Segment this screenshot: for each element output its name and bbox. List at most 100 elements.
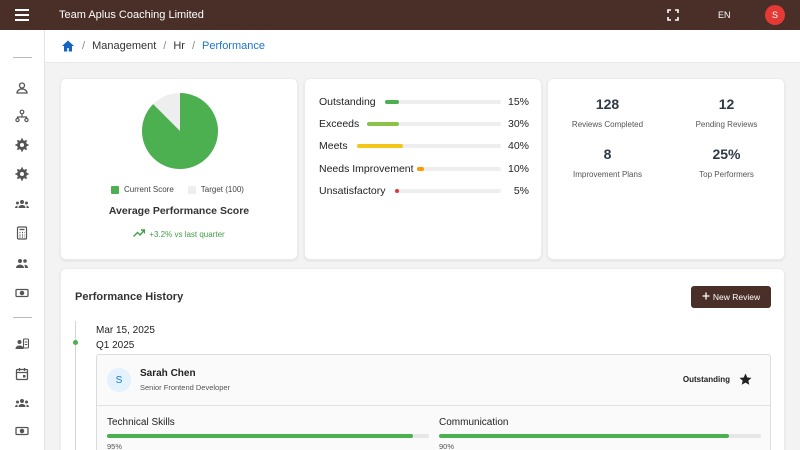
skill-communication: Communication 90%: [439, 417, 761, 450]
distribution-label: Outstanding: [319, 96, 376, 108]
stat-label: Improvement Plans: [573, 170, 642, 179]
employee-role: Senior Frontend Developer: [140, 383, 231, 392]
review-stats-card: 128 Reviews Completed 12 Pending Reviews…: [547, 78, 785, 260]
history-title: Performance History: [75, 291, 184, 303]
review-entry[interactable]: S Sarah Chen Senior Frontend Developer O…: [96, 354, 771, 450]
fullscreen-icon[interactable]: [666, 8, 680, 22]
stat-value: 8: [603, 146, 612, 162]
distribution-bar-fill: [417, 167, 424, 171]
trend-text: +3.2% vs last quarter: [149, 229, 225, 239]
stat-value: 12: [718, 96, 735, 112]
distribution-label: Unsatisfactory: [319, 185, 386, 197]
distribution-bar-fill: [385, 100, 399, 104]
employee-avatar: S: [107, 368, 131, 392]
distribution-row: Unsatisfactory 5%: [319, 184, 529, 198]
add-icon: [702, 292, 710, 302]
payments-icon[interactable]: [15, 286, 29, 300]
legend-swatch-target: [187, 185, 196, 194]
performance-history-card: Performance History New Review Mar 15, 2…: [60, 268, 785, 450]
review-period: Q1 2025: [96, 340, 135, 351]
distribution-bar-track: [395, 189, 501, 193]
stat-pending-reviews: 12 Pending Reviews: [667, 96, 786, 129]
skill-technical: Technical Skills 95%: [107, 417, 429, 450]
skill-percent: 90%: [439, 442, 455, 450]
settings-icon[interactable]: [15, 138, 29, 152]
distribution-bar-track: [385, 100, 501, 104]
legend-swatch-current: [111, 185, 119, 194]
skill-progress-fill: [107, 434, 413, 438]
hamburger-menu-icon[interactable]: [0, 0, 44, 30]
legend-current: Current Score: [111, 185, 174, 194]
skill-percent: 95%: [107, 442, 123, 450]
distribution-bar-track: [367, 122, 501, 126]
distribution-label: Meets: [319, 140, 348, 152]
new-review-button[interactable]: New Review: [691, 286, 771, 308]
sidebar: [0, 30, 45, 450]
stat-label: Top Performers: [699, 170, 754, 179]
contact-card-icon[interactable]: [15, 337, 30, 351]
stat-reviews-completed: 128 Reviews Completed: [548, 96, 667, 129]
score-pie-chart: [142, 93, 218, 169]
group-icon[interactable]: [15, 256, 29, 270]
stat-label: Pending Reviews: [695, 120, 758, 129]
top-app-bar: Team Aplus Coaching Limited EN S: [0, 0, 800, 30]
skill-progress-fill: [439, 434, 729, 438]
stat-value: 128: [595, 96, 620, 112]
review-date: Mar 15, 2025: [96, 325, 155, 336]
timeline-dot: [73, 340, 78, 345]
skill-progress-track: [107, 434, 429, 438]
breadcrumb: / Management / Hr / Performance: [45, 30, 800, 63]
settings-icon[interactable]: [15, 167, 29, 181]
distribution-percent: 40%: [507, 140, 529, 152]
breadcrumb-hr[interactable]: Hr: [173, 40, 185, 52]
distribution-label: Needs Improvement: [319, 163, 414, 175]
distribution-percent: 30%: [507, 118, 529, 130]
star-icon: [739, 373, 752, 386]
home-icon[interactable]: [61, 39, 75, 53]
distribution-row: Exceeds 30%: [319, 117, 529, 131]
score-card-title: Average Performance Score: [108, 205, 250, 217]
calendar-icon[interactable]: [15, 367, 29, 381]
sidebar-divider: [13, 317, 32, 318]
breadcrumb-separator: /: [82, 40, 86, 52]
breadcrumb-performance: Performance: [202, 40, 265, 52]
org-chart-icon[interactable]: [15, 109, 29, 123]
stat-label: Reviews Completed: [571, 120, 644, 129]
distribution-row: Needs Improvement 10%: [319, 162, 529, 176]
skill-label: Communication: [439, 417, 509, 428]
score-trend: +3.2% vs last quarter: [61, 229, 297, 239]
employee-name: Sarah Chen: [140, 368, 196, 379]
review-rating: Outstanding: [682, 375, 730, 384]
user-avatar[interactable]: S: [765, 5, 785, 25]
skill-label: Technical Skills: [107, 417, 175, 428]
distribution-bar-track: [357, 144, 501, 148]
breadcrumb-management[interactable]: Management: [92, 40, 156, 52]
distribution-row: Outstanding 15%: [319, 95, 529, 109]
distribution-row: Meets 40%: [319, 139, 529, 153]
stat-top-performers: 25% Top Performers: [667, 146, 786, 179]
legend-target: Target (100): [187, 185, 244, 194]
new-review-label: New Review: [712, 292, 761, 302]
distribution-bar-fill: [357, 144, 404, 148]
distribution-label: Exceeds: [319, 118, 360, 130]
language-selector[interactable]: EN: [718, 10, 731, 20]
sidebar-divider: [13, 57, 32, 58]
team-icon[interactable]: [15, 197, 29, 211]
user-icon[interactable]: [15, 81, 29, 95]
stat-improvement-plans: 8 Improvement Plans: [548, 146, 667, 179]
legend-current-label: Current Score: [124, 185, 174, 194]
group-icon[interactable]: [15, 396, 29, 410]
breadcrumb-separator: /: [191, 40, 196, 52]
trending-up-icon: [133, 229, 146, 239]
distribution-bar-fill: [395, 189, 400, 193]
payments-icon[interactable]: [15, 424, 29, 438]
legend-target-label: Target (100): [200, 185, 244, 194]
breadcrumb-separator: /: [163, 40, 167, 52]
distribution-bar-fill: [367, 122, 400, 126]
rating-distribution-card: Outstanding 15% Exceeds 30% Meets 40% Needs Im…: [304, 78, 542, 260]
review-header: S Sarah Chen Senior Frontend Developer O…: [97, 355, 770, 406]
distribution-percent: 15%: [507, 96, 529, 108]
calculator-icon[interactable]: [15, 226, 29, 240]
skill-progress-track: [439, 434, 761, 438]
stat-value: 25%: [712, 146, 741, 162]
